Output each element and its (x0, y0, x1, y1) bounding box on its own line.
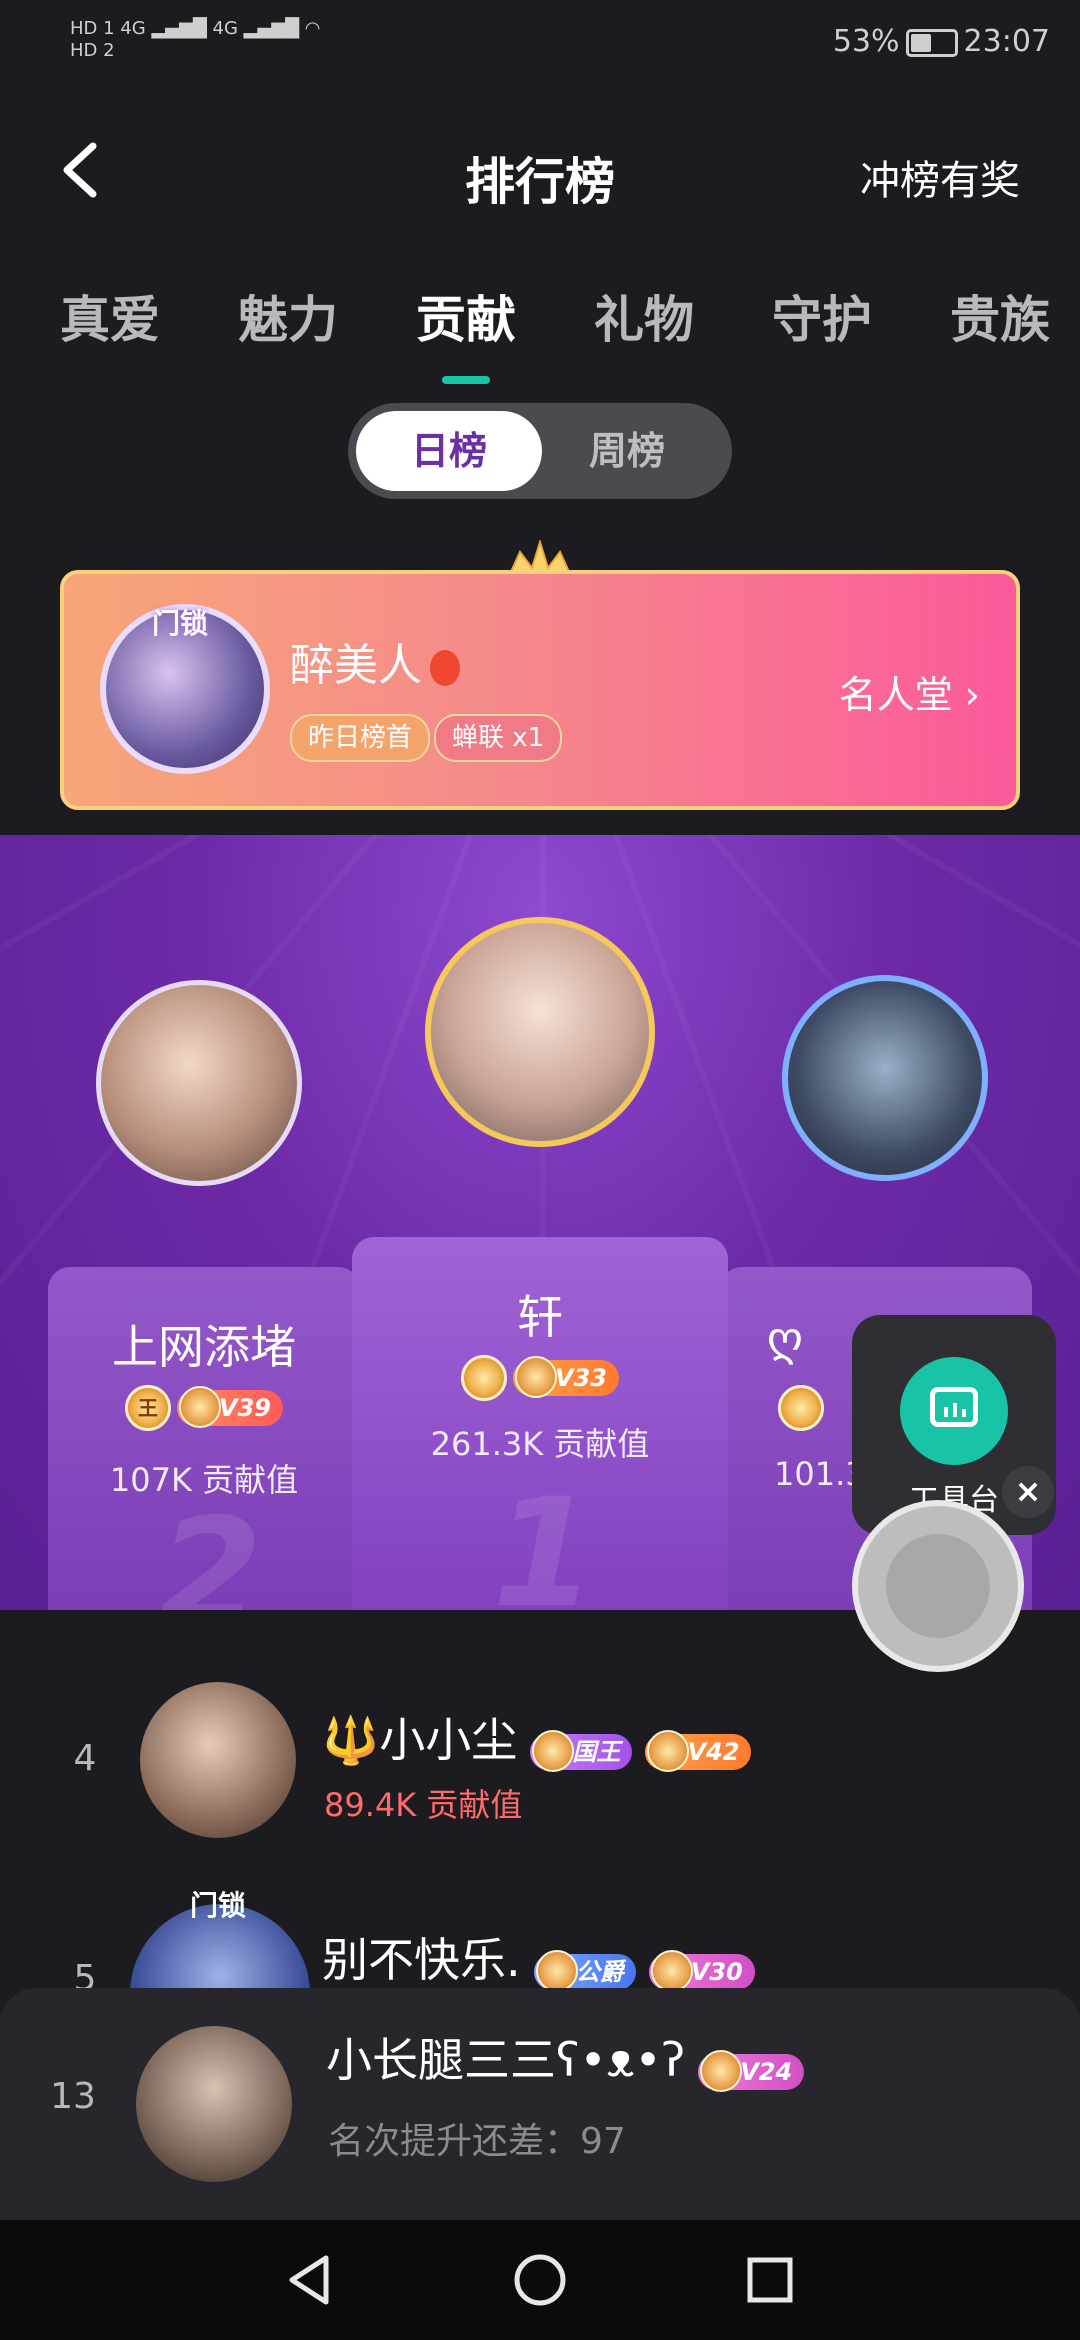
rank-1-number: 1 (492, 1467, 597, 1610)
rank-number: 4 (73, 1738, 97, 1779)
third-place-name: ღ (766, 1311, 804, 1365)
lock-label: 门锁 (190, 1889, 247, 1922)
nav-home-icon[interactable] (510, 2250, 570, 2310)
user-name: 🔱小小尘 (322, 1713, 518, 1767)
level-badge: V24 (698, 2049, 805, 2092)
noble-badge-icon (461, 1355, 507, 1401)
my-name-line: 小长腿三三ʕ•ᴥ•ʔ V24 (326, 2024, 805, 2092)
mic-icon (886, 1534, 990, 1638)
balloon-icon (430, 650, 460, 686)
clock: 23:07 (963, 24, 1050, 59)
rank-2-number: 2 (158, 1487, 263, 1610)
dashboard-icon[interactable] (900, 1357, 1008, 1465)
tab-shouhu[interactable]: 守护 (772, 280, 872, 360)
weekly-button[interactable]: 周榜 (542, 411, 712, 491)
noble-badge-icon (778, 1385, 824, 1431)
yesterday-first-tag: 昨日榜首 (290, 714, 431, 762)
first-place-badges: V33 (352, 1355, 728, 1401)
first-place-name: 轩 (517, 1290, 563, 1344)
my-avatar[interactable] (136, 2026, 292, 2182)
my-name: 小长腿三三ʕ•ᴥ•ʔ (326, 2033, 686, 2087)
nav-back-icon[interactable] (280, 2250, 340, 2310)
noble-badge: 公爵 (533, 1949, 636, 1990)
net2-label: 4G (212, 18, 238, 39)
category-tabs: 真爱 魅力 贡献 礼物 守护 贵族 (60, 280, 1050, 384)
my-rank-bar[interactable]: 13 小长腿三三ʕ•ᴥ•ʔ V24 名次提升还差：97 (0, 1988, 1080, 2220)
tab-liwu[interactable]: 礼物 (594, 280, 694, 360)
noble-badge-icon: 王 (125, 1385, 171, 1431)
noble-badge: 国王 (530, 1729, 633, 1772)
level-badge: V39 (177, 1386, 283, 1428)
rank-number: 5 (73, 1958, 97, 1990)
hd2-label: HD 2 (70, 40, 115, 61)
second-place-name: 上网添堵 (112, 1320, 296, 1374)
status-right: 53% 23:07 (833, 24, 1050, 59)
user-name-line: 别不快乐. 公爵 V30 (322, 1924, 755, 1990)
nav-recents-icon[interactable] (740, 2250, 800, 2310)
battery-percent: 53% (832, 24, 900, 59)
streak-tag: 蝉联 x1 (434, 714, 563, 762)
second-place-avatar[interactable] (96, 980, 302, 1186)
status-bar: HD 1 4G ▂▄▆█ 4G ▂▄▆█ ◠ HD 2 53% 23:07 (0, 0, 1080, 90)
tab-meili[interactable]: 魅力 (238, 280, 338, 360)
tab-gongxian[interactable]: 贡献 (416, 280, 516, 384)
rank-gap-hint: 名次提升还差：97 (328, 2121, 626, 2162)
hall-of-fame-link[interactable]: 名人堂 › (839, 664, 980, 719)
user-name-line: 🔱小小尘 国王 V42 (322, 1704, 752, 1772)
network-indicators: HD 1 4G ▂▄▆█ 4G ▂▄▆█ ◠ HD 2 (70, 18, 321, 61)
first-place-block[interactable]: 轩 V33 261.3K 贡献值 1 (352, 1237, 728, 1610)
hd1-label: HD 1 (70, 18, 115, 39)
system-nav-bar (0, 2220, 1080, 2340)
net1-label: 4G (120, 18, 146, 39)
period-toggle: 日榜 周榜 (348, 403, 732, 499)
list-item[interactable]: 4 🔱小小尘 国王 V42 89.4K 贡献值 (0, 1670, 1080, 1850)
third-place-avatar[interactable] (782, 975, 988, 1181)
level-badge: V42 (645, 1729, 752, 1772)
tab-guizu[interactable]: 贵族 (950, 280, 1050, 360)
battery-icon (905, 28, 958, 57)
user-avatar[interactable] (140, 1682, 296, 1838)
reward-link[interactable]: 冲榜有奖 (860, 148, 1020, 206)
list-item[interactable]: 5 门锁 别不快乐. 公爵 V30 (0, 1880, 1080, 1990)
hall-of-fame-banner[interactable]: 门锁 醉美人 昨日榜首 蝉联 x1 名人堂 › (60, 570, 1020, 810)
level-badge: V33 (513, 1356, 619, 1398)
close-icon[interactable]: × (1002, 1466, 1054, 1518)
hall-label: 名人堂 (838, 673, 953, 717)
my-rank-number: 13 (50, 2076, 96, 2117)
level-badge: V30 (648, 1949, 755, 1990)
lock-label: 门锁 (152, 607, 209, 640)
second-place-badges: 王 V39 (48, 1385, 360, 1431)
daily-button[interactable]: 日榜 (356, 411, 542, 491)
first-place-value: 261.3K 贡献值 (430, 1425, 650, 1463)
tab-zhenai[interactable]: 真爱 (60, 280, 160, 360)
voice-float-button[interactable] (852, 1500, 1024, 1672)
user-name: 别不快乐. (322, 1933, 521, 1987)
third-place-badges (778, 1385, 830, 1431)
top-user-name: 醉美人 (290, 629, 460, 693)
top-user-name-text: 醉美人 (290, 640, 422, 691)
first-place-avatar[interactable] (425, 917, 655, 1147)
second-place-block[interactable]: 上网添堵 王 V39 107K 贡献值 2 (48, 1267, 360, 1610)
contribution-value: 89.4K 贡献值 (324, 1786, 523, 1824)
